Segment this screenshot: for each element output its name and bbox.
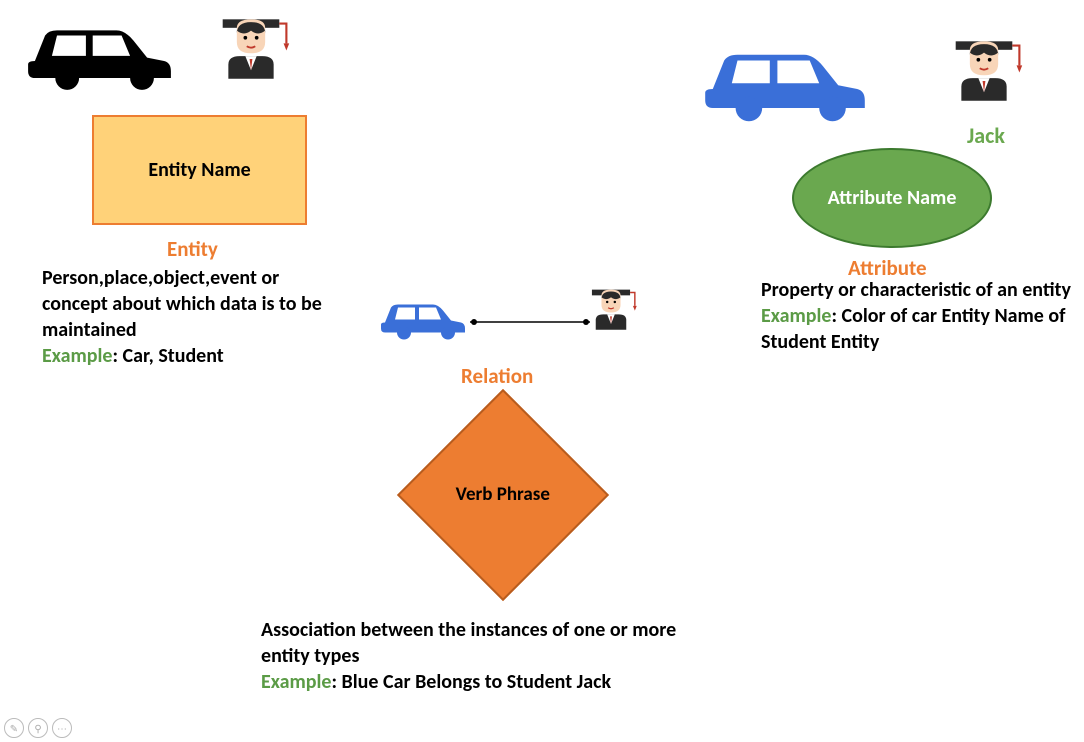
- footer-tool-icons: ✎ ⚲ ⋯: [4, 718, 72, 738]
- entity-description: Person,place,object,event or concept abo…: [42, 265, 342, 369]
- car-blue-small-icon: [373, 290, 473, 350]
- relation-heading: Relation: [461, 363, 533, 389]
- tool-zoom-icon[interactable]: ⚲: [28, 718, 48, 738]
- car-black-icon: [12, 10, 187, 100]
- attribute-description: Property or characteristic of an entity …: [761, 277, 1071, 355]
- tool-more-icon[interactable]: ⋯: [52, 718, 72, 738]
- relation-line: [470, 313, 590, 332]
- student-icon: [940, 30, 1028, 127]
- student-small-icon: [582, 282, 640, 349]
- relation-description: Association between the instances of one…: [261, 617, 721, 695]
- student-icon: [207, 8, 295, 105]
- relation-shape-label: Verb Phrase: [456, 484, 550, 507]
- car-blue-icon: [690, 32, 880, 132]
- tool-pen-icon[interactable]: ✎: [4, 718, 24, 738]
- entity-heading: Entity: [167, 236, 218, 262]
- entity-shape-label: Entity Name: [148, 158, 250, 182]
- entity-shape: Entity Name: [92, 115, 307, 225]
- student-name-label: Jack: [967, 122, 1005, 149]
- attribute-shape: Attribute Name: [792, 148, 992, 248]
- relation-diamond: Verb Phrase: [428, 420, 578, 570]
- attribute-shape-label: Attribute Name: [828, 187, 957, 209]
